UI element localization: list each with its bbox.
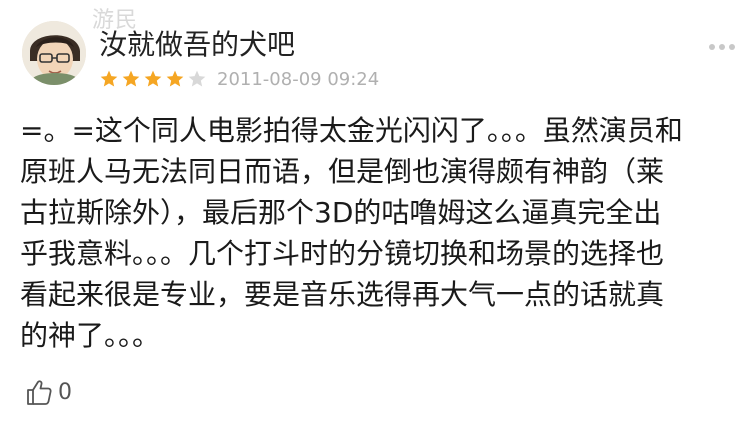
- username[interactable]: 汝就做吾的犬吧: [99, 28, 295, 62]
- review-line: 古拉斯除外），最后那个3D的咕噜姆这么逼真完全出: [20, 196, 662, 229]
- review-text: =。=这个同人电影拍得太金光闪闪了。。。虽然演员和 原班人马无法同日而语，但是倒…: [20, 110, 732, 356]
- more-dots-icon: [709, 44, 715, 50]
- timestamp: 2011-08-09 09:24: [217, 68, 380, 90]
- rating-row: 2011-08-09 09:24: [99, 68, 379, 90]
- comment-card: 游民 汝就做吾的犬吧 2011-08-09 09:24 =。=这个同人电影拍得太…: [0, 0, 750, 443]
- star-filled-icon: [144, 70, 162, 87]
- avatar[interactable]: [22, 21, 86, 85]
- review-line: =。=这个同人电影拍得太金光闪闪了。。。虽然演员和: [20, 114, 683, 147]
- review-line: 的神了。。。: [20, 319, 161, 352]
- star-rating: [99, 69, 207, 89]
- more-options-button[interactable]: [704, 36, 740, 58]
- thumbs-up-icon: [27, 380, 52, 405]
- star-filled-icon: [122, 70, 140, 87]
- star-filled-icon: [100, 70, 118, 87]
- review-line: 乎我意料。。。几个打斗时的分镜切换和场景的选择也: [20, 237, 665, 270]
- like-count: 0: [58, 379, 72, 405]
- star-empty-icon: [188, 70, 206, 87]
- star-filled-icon: [166, 70, 184, 87]
- review-line: 原班人马无法同日而语，但是倒也演得颇有神韵（莱: [20, 155, 665, 188]
- avatar-illustration-icon: [22, 21, 86, 85]
- review-line: 看起来很是专业，要是音乐选得再大气一点的话就真: [20, 278, 665, 311]
- like-button[interactable]: 0: [24, 376, 72, 408]
